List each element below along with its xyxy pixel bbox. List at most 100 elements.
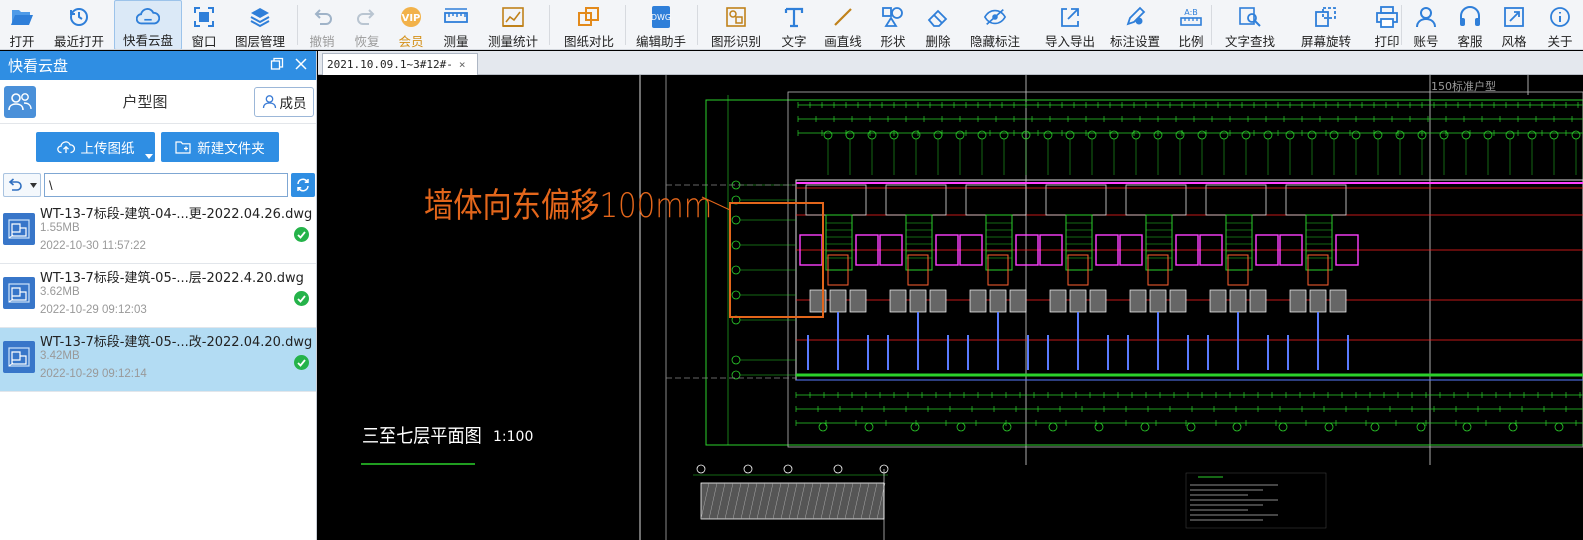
cad-grid-bubble <box>1002 422 1012 432</box>
eye-hidden-icon <box>983 5 1007 29</box>
main-toolbar: 打开 最近打开 快看云盘 窗口 图层管理 撤销 恢复 VIP 会员 测量 测量统计 图纸对比 DWG 编辑… <box>0 0 1583 50</box>
cad-column <box>989 289 1007 313</box>
folder-open-icon <box>10 5 34 29</box>
new-folder-button[interactable]: 新建文件夹 <box>161 132 279 162</box>
cad-grid-bubble <box>999 130 1009 140</box>
cad-column <box>849 289 867 313</box>
toolbar-button-label: 会员 <box>398 34 424 49</box>
caret-down-icon[interactable] <box>29 182 37 188</box>
restore-icon[interactable] <box>270 57 284 75</box>
toolbar-button-rotate-screen[interactable]: 屏幕旋转 <box>1288 0 1364 49</box>
cad-grid-bubble <box>1527 130 1537 140</box>
edit-helper-icon: DWG <box>649 5 673 29</box>
headset-icon <box>1458 5 1482 29</box>
refresh-icon <box>297 178 309 192</box>
vip-icon: VIP <box>399 5 423 29</box>
toolbar-button-label: 快看云盘 <box>122 33 173 48</box>
path-input[interactable] <box>44 173 288 197</box>
toolbar-button-vip[interactable]: VIP 会员 <box>388 0 434 49</box>
toolbar-button-undo[interactable]: 撤销 <box>300 0 344 49</box>
toolbar-separator <box>1401 5 1402 45</box>
history-icon <box>67 5 91 29</box>
cloud-icon <box>136 6 160 28</box>
close-icon[interactable] <box>294 57 308 75</box>
cad-grid-bubble <box>1329 130 1339 140</box>
redo-icon <box>355 5 379 29</box>
cad-grid-bubble <box>696 464 706 474</box>
dwg-file-icon <box>3 213 35 245</box>
cad-column <box>1329 289 1347 313</box>
toolbar-button-history[interactable]: 最近打开 <box>46 0 112 49</box>
members-button[interactable]: 成员 <box>254 86 314 117</box>
action-row: 上传图纸 新建文件夹 <box>0 124 316 170</box>
cad-grid-bubble <box>1232 422 1242 432</box>
toolbar-button-label: 撤销 <box>309 34 335 49</box>
file-list-item[interactable]: WT-13-7标段-建筑-05-...改-2022.04.20.dwg 3.42M… <box>0 328 316 392</box>
user-icon <box>262 95 276 109</box>
cad-column <box>1229 289 1247 313</box>
drawing-canvas[interactable]: 墙体向东偏移100mm 三至七层平面图 1:100 150标准户型 <box>318 75 1583 540</box>
toolbar-button-redo[interactable]: 恢复 <box>346 0 388 49</box>
dwg-file-icon <box>3 341 35 373</box>
cad-drawing <box>361 75 1583 540</box>
compare-icon <box>577 5 601 29</box>
members-label: 成员 <box>279 95 307 112</box>
cad-grid-bubble <box>977 130 987 140</box>
file-list-item[interactable]: WT-13-7标段-建筑-05-...层-2022.4.20.dwg 3.62MB… <box>0 264 316 328</box>
toolbar-button-measure-stats[interactable]: 测量统计 <box>478 0 548 49</box>
toolbar-button-style[interactable]: 风格 <box>1492 0 1536 49</box>
cad-grid-bubble <box>864 422 874 432</box>
toolbar-button-label: 比例 <box>1178 34 1204 49</box>
account-icon <box>1414 5 1438 29</box>
toolbar-button-edit-helper[interactable]: DWG 编辑助手 <box>628 0 694 49</box>
toolbar-button-ruler[interactable]: 测量 <box>436 0 476 49</box>
toolbar-button-label: 测量 <box>443 34 469 49</box>
toolbar-button-folder-open[interactable]: 打开 <box>0 0 44 49</box>
new-folder-label: 新建文件夹 <box>197 141 265 157</box>
toolbar-button-text[interactable]: 文字 <box>774 0 814 49</box>
file-list-item[interactable]: WT-13-7标段-建筑-04-...更-2022.04.26.dwg 1.55M… <box>0 200 316 264</box>
toolbar-separator <box>697 5 698 45</box>
toolbar-button-headset[interactable]: 客服 <box>1448 0 1492 49</box>
back-button[interactable] <box>3 173 41 197</box>
toolbar-button-annotation-settings[interactable]: 标注设置 <box>1102 0 1168 49</box>
toolbar-button-compare[interactable]: 图纸对比 <box>552 0 626 49</box>
toolbar-button-account[interactable]: 账号 <box>1404 0 1448 49</box>
document-tab[interactable]: 2021.10.09.1~3#12#- × <box>322 53 478 75</box>
chevron-down-icon[interactable] <box>145 154 153 159</box>
team-button[interactable] <box>4 85 36 118</box>
toolbar-button-eye-hidden[interactable]: 隐藏标注 <box>960 0 1030 49</box>
toolbar-button-label: 账号 <box>1413 34 1439 49</box>
cad-grid-bubble <box>933 130 943 140</box>
toolbar-button-cloud[interactable]: 快看云盘 <box>114 0 182 49</box>
toolbar-button-shape-recognize[interactable]: 图形识别 <box>700 0 772 49</box>
offset-annotation-text: 墙体向东偏移100mm <box>424 186 713 226</box>
toolbar-button-about[interactable]: 关于 <box>1538 0 1582 49</box>
toolbar-button-line[interactable]: 画直线 <box>816 0 870 49</box>
toolbar-button-eraser[interactable]: 删除 <box>916 0 960 49</box>
tab-close-icon[interactable]: × <box>459 58 466 71</box>
measure-stats-icon <box>501 5 525 29</box>
cad-column <box>1049 289 1067 313</box>
file-name: WT-13-7标段-建筑-04-...更-2022.04.26.dwg <box>40 207 313 222</box>
cad-column <box>1129 289 1147 313</box>
toolbar-button-label: 标注设置 <box>1109 34 1160 49</box>
toolbar-button-label: 最近打开 <box>53 34 104 49</box>
toolbar-button-label: 文字查找 <box>1224 34 1275 49</box>
toolbar-button-shapes[interactable]: 形状 <box>872 0 914 49</box>
cad-room <box>1205 184 1267 216</box>
upload-drawing-button[interactable]: 上传图纸 <box>36 132 155 162</box>
cad-frame <box>705 99 1583 446</box>
shapes-icon <box>881 5 905 29</box>
toolbar-button-scale[interactable]: A:B 比例 <box>1170 0 1212 49</box>
toolbar-button-layers[interactable]: 图层管理 <box>228 0 292 49</box>
cad-grid-bubble <box>1549 130 1559 140</box>
toolbar-button-label: 导入导出 <box>1044 34 1095 49</box>
toolbar-button-import-export[interactable]: 导入导出 <box>1034 0 1106 49</box>
refresh-button[interactable] <box>291 173 315 197</box>
dwg-file-icon <box>3 277 35 309</box>
toolbar-button-text-search[interactable]: 文字查找 <box>1214 0 1286 49</box>
toolbar-button-window[interactable]: 窗口 <box>184 0 224 49</box>
toolbar-button-label: 形状 <box>880 34 906 49</box>
cad-grid-bubble <box>1109 130 1119 140</box>
